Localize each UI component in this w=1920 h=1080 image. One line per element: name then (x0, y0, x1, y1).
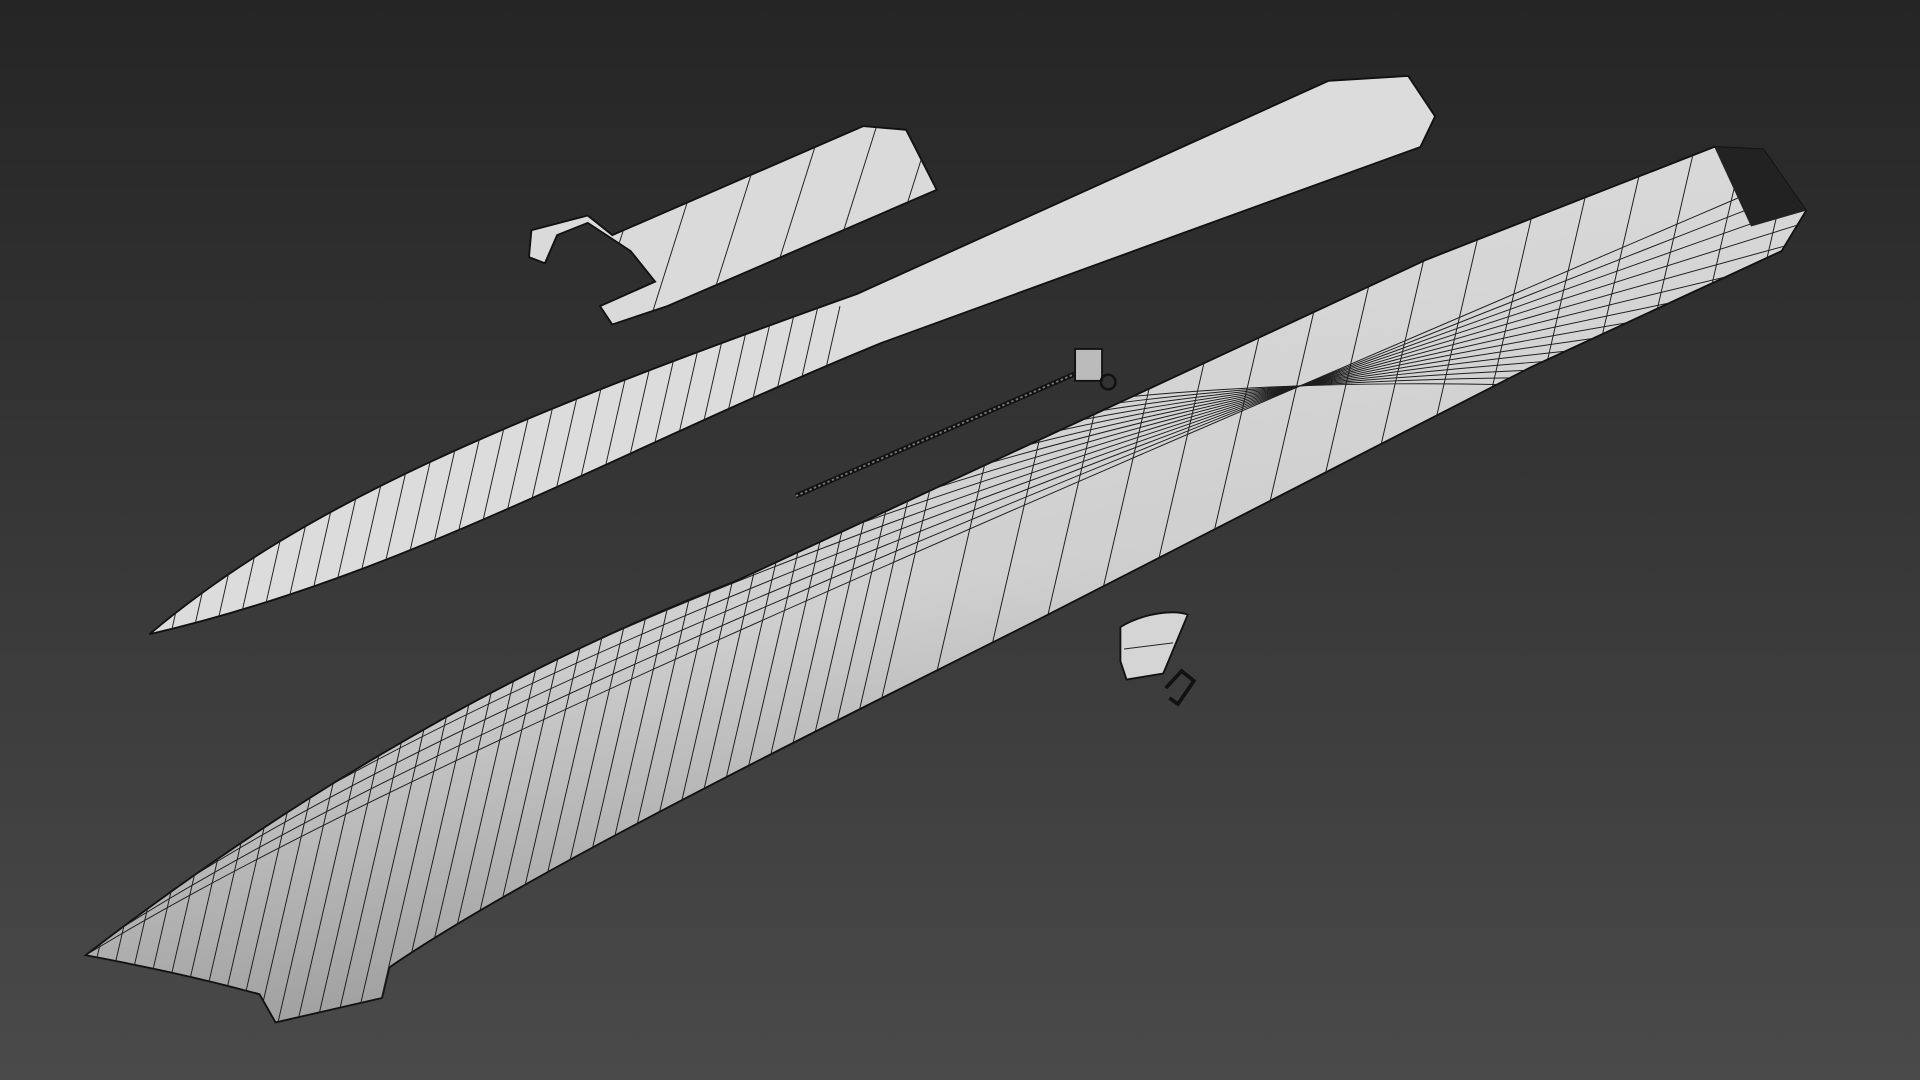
3d-viewport[interactable] (0, 0, 1920, 1080)
